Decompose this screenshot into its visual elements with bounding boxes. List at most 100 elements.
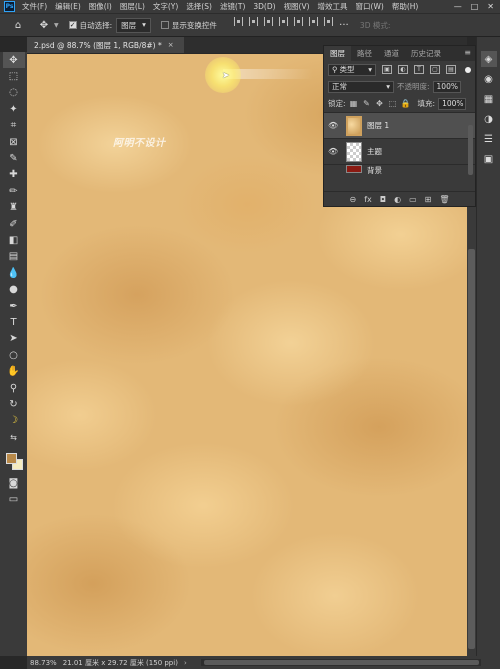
layers-scrollbar[interactable]: [468, 125, 473, 175]
visibility-eye-icon[interactable]: 👁: [328, 121, 340, 130]
layer-row[interactable]: 👁 图层 1: [324, 112, 475, 138]
menu-plugins[interactable]: 增效工具: [314, 1, 352, 12]
adjustment-icon[interactable]: ◐: [394, 195, 401, 204]
banana-icon[interactable]: ☽: [3, 413, 25, 429]
menu-select[interactable]: 选择(S): [182, 1, 216, 12]
maximize-button[interactable]: □: [471, 2, 479, 11]
close-tab-icon[interactable]: ×: [168, 41, 174, 49]
lock-all-icon[interactable]: 🔒: [401, 99, 411, 109]
chevron-down-icon[interactable]: ▼: [54, 22, 59, 29]
menu-layer[interactable]: 图层(L): [116, 1, 149, 12]
tab-layers[interactable]: 图层: [324, 46, 351, 61]
properties-panel-icon[interactable]: ☰: [481, 131, 497, 147]
type-tool-icon[interactable]: T: [3, 314, 25, 330]
history-brush-tool-icon[interactable]: ✐: [3, 216, 25, 232]
status-menu-icon[interactable]: ›: [184, 659, 187, 667]
ellipse-tool-icon[interactable]: ○: [3, 347, 25, 363]
menu-view[interactable]: 视图(V): [280, 1, 314, 12]
color-panel-icon[interactable]: ◉: [481, 71, 497, 87]
group-icon[interactable]: ▭: [409, 195, 417, 204]
align-hcenter-icon[interactable]: [248, 17, 258, 26]
auto-select-checkbox[interactable]: ✓: [68, 21, 77, 29]
screen-mode-icon[interactable]: ▭: [3, 492, 25, 508]
move-tool-icon[interactable]: ✥: [2, 52, 25, 69]
vertical-scroll-thumb[interactable]: [468, 249, 475, 649]
crop-tool-icon[interactable]: ⌗: [3, 118, 25, 134]
minimize-button[interactable]: —: [454, 2, 462, 11]
align-bottom-icon[interactable]: [308, 17, 318, 26]
blend-mode-dropdown[interactable]: 正常 ▾: [328, 80, 394, 93]
pen-tool-icon[interactable]: ✒: [3, 298, 25, 314]
tab-paths[interactable]: 路径: [351, 46, 378, 61]
lock-transparent-icon[interactable]: ▦: [349, 99, 359, 109]
auto-select-dropdown[interactable]: 图层 ▾: [116, 17, 151, 33]
quick-mask-icon[interactable]: ◙: [3, 475, 25, 491]
tab-history[interactable]: 历史记录: [405, 46, 447, 61]
menu-help[interactable]: 帮助(H): [388, 1, 423, 12]
brush-tool-icon[interactable]: ✏: [3, 183, 25, 199]
document-tab[interactable]: 2.psd @ 88.7% (图层 1, RGB/8#) * ×: [27, 37, 184, 53]
lasso-tool-icon[interactable]: ◌: [3, 85, 25, 101]
lock-position-icon[interactable]: ✥: [375, 99, 385, 109]
align-right-icon[interactable]: [263, 17, 273, 26]
stamp-tool-icon[interactable]: ♜: [3, 200, 25, 216]
healing-brush-tool-icon[interactable]: ✚: [3, 167, 25, 183]
filter-smart-object-icon[interactable]: ▤: [446, 65, 456, 74]
panel-menu-icon[interactable]: ≡: [464, 48, 471, 57]
libraries-panel-icon[interactable]: ▣: [481, 151, 497, 167]
menu-filter[interactable]: 滤镜(T): [216, 1, 249, 12]
trash-icon[interactable]: 🗑: [439, 195, 449, 204]
dodge-tool-icon[interactable]: ●: [3, 281, 25, 297]
move-tool-icon[interactable]: ✥: [36, 17, 52, 33]
eyedropper-tool-icon[interactable]: ✎: [3, 150, 25, 166]
filter-adjustment-icon[interactable]: ◐: [398, 65, 408, 74]
gradient-tool-icon[interactable]: ▤: [3, 249, 25, 265]
tab-channels[interactable]: 通道: [378, 46, 405, 61]
new-layer-icon[interactable]: ⊞: [425, 195, 432, 204]
menu-file[interactable]: 文件(F): [18, 1, 51, 12]
swatches-panel-icon[interactable]: ▦: [481, 91, 497, 107]
path-selection-tool-icon[interactable]: ➤: [3, 331, 25, 347]
align-top-icon[interactable]: [278, 17, 288, 26]
marquee-tool-icon[interactable]: ⬚: [3, 68, 25, 84]
link-icon[interactable]: ⊖: [350, 195, 357, 204]
frame-tool-icon[interactable]: ⊠: [3, 134, 25, 150]
opacity-field[interactable]: 100%: [432, 80, 461, 93]
layer-row[interactable]: 👁 主题: [324, 138, 475, 164]
rotate-view-tool-icon[interactable]: ↻: [3, 396, 25, 412]
lock-artboard-icon[interactable]: ⬚: [388, 99, 398, 109]
horizontal-scroll-thumb[interactable]: [203, 660, 479, 665]
fx-icon[interactable]: fx: [364, 195, 372, 204]
menu-type[interactable]: 文字(Y): [149, 1, 182, 12]
menu-3d[interactable]: 3D(D): [249, 2, 279, 11]
swap-colors-icon[interactable]: ⇆: [3, 429, 25, 445]
foreground-color-swatch[interactable]: [5, 453, 17, 465]
visibility-eye-icon[interactable]: 👁: [328, 147, 340, 156]
horizontal-scrollbar[interactable]: [200, 659, 481, 666]
layer-filter-dropdown[interactable]: ⚲ 类型 ▾: [328, 63, 376, 76]
show-transform-checkbox[interactable]: [160, 21, 169, 29]
filter-type-icon[interactable]: T: [414, 65, 424, 74]
eraser-tool-icon[interactable]: ◧: [3, 232, 25, 248]
align-vcenter-icon[interactable]: [293, 17, 303, 26]
zoom-tool-icon[interactable]: ⚲: [3, 380, 25, 396]
layers-panel-icon[interactable]: ◈: [480, 51, 497, 67]
layer-row[interactable]: 背景: [324, 164, 475, 174]
zoom-level[interactable]: 88.73%: [30, 659, 57, 667]
distribute-icon[interactable]: [323, 17, 333, 26]
magic-wand-tool-icon[interactable]: ✦: [3, 101, 25, 117]
mask-icon[interactable]: ◘: [380, 195, 386, 204]
filter-toggle[interactable]: [465, 66, 471, 73]
fill-field[interactable]: 100%: [438, 97, 467, 110]
align-left-icon[interactable]: [233, 17, 243, 26]
more-options-icon[interactable]: ···: [336, 17, 352, 33]
adjustments-panel-icon[interactable]: ◑: [481, 111, 497, 127]
filter-pixel-icon[interactable]: ▣: [382, 65, 392, 74]
menu-image[interactable]: 图像(I): [85, 1, 116, 12]
menu-window[interactable]: 窗口(W): [352, 1, 388, 12]
home-icon[interactable]: ⌂: [10, 17, 26, 33]
close-window-button[interactable]: ✕: [487, 2, 494, 11]
menu-edit[interactable]: 编辑(E): [51, 1, 85, 12]
filter-shape-icon[interactable]: ▢: [430, 65, 440, 74]
blur-tool-icon[interactable]: 💧: [3, 265, 25, 281]
